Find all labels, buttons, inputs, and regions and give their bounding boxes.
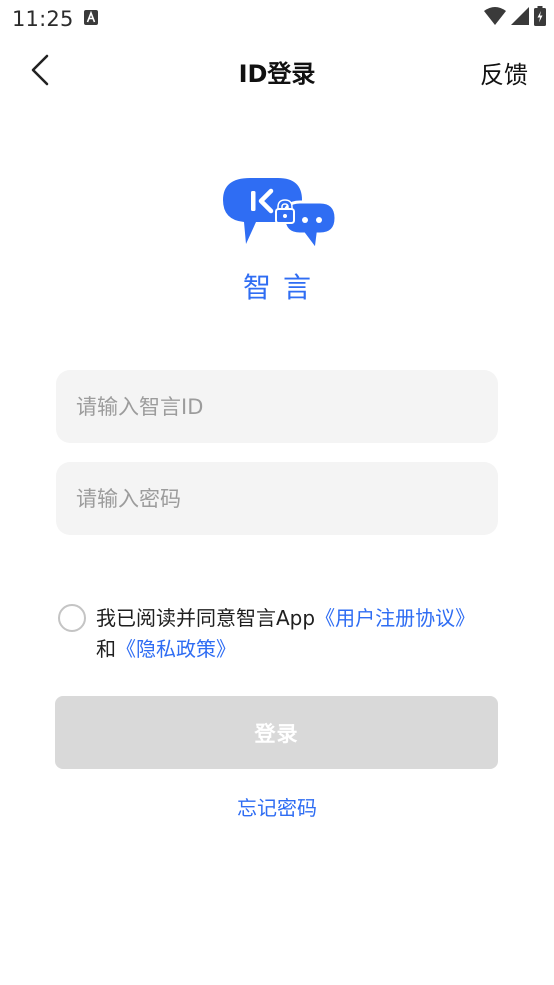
password-field-container: [56, 462, 498, 535]
agreement-prefix: 我已阅读并同意智言App: [96, 606, 316, 630]
wifi-icon: [484, 7, 506, 29]
page-title: ID登录: [238, 60, 316, 88]
cellular-signal-icon: [511, 7, 529, 29]
privacy-policy-link[interactable]: 《隐私政策》: [116, 637, 236, 661]
battery-charging-icon: [534, 6, 546, 30]
login-button[interactable]: 登录: [55, 696, 498, 769]
agreement-connector: 和: [96, 637, 116, 661]
password-input[interactable]: [56, 462, 498, 535]
status-time: 11:25: [12, 7, 74, 31]
status-icons: [484, 6, 546, 30]
id-input[interactable]: [56, 370, 498, 443]
forgot-password-row: 忘记密码: [0, 792, 554, 821]
feedback-button[interactable]: 反馈: [480, 55, 528, 90]
chat-bubbles-lock-icon: [220, 176, 338, 256]
user-agreement-link[interactable]: 《用户注册协议》: [315, 606, 475, 630]
app-name: 智言: [242, 271, 323, 304]
agreement-checkbox[interactable]: [58, 604, 86, 632]
status-bar: 11:25: [0, 0, 554, 38]
agreement-text: 我已阅读并同意智言App《用户注册协议》和《隐私政策》: [96, 603, 476, 665]
login-screen: 11:25 ID登录 反馈 智言 请输入智言ID 我已阅读并同意智言App《用户…: [0, 0, 554, 985]
forgot-password-link[interactable]: 忘记密码: [237, 796, 317, 820]
chevron-left-icon: [30, 54, 50, 90]
id-field-container: [56, 370, 498, 443]
notification-a-icon: [84, 10, 98, 29]
back-button[interactable]: [20, 52, 60, 92]
